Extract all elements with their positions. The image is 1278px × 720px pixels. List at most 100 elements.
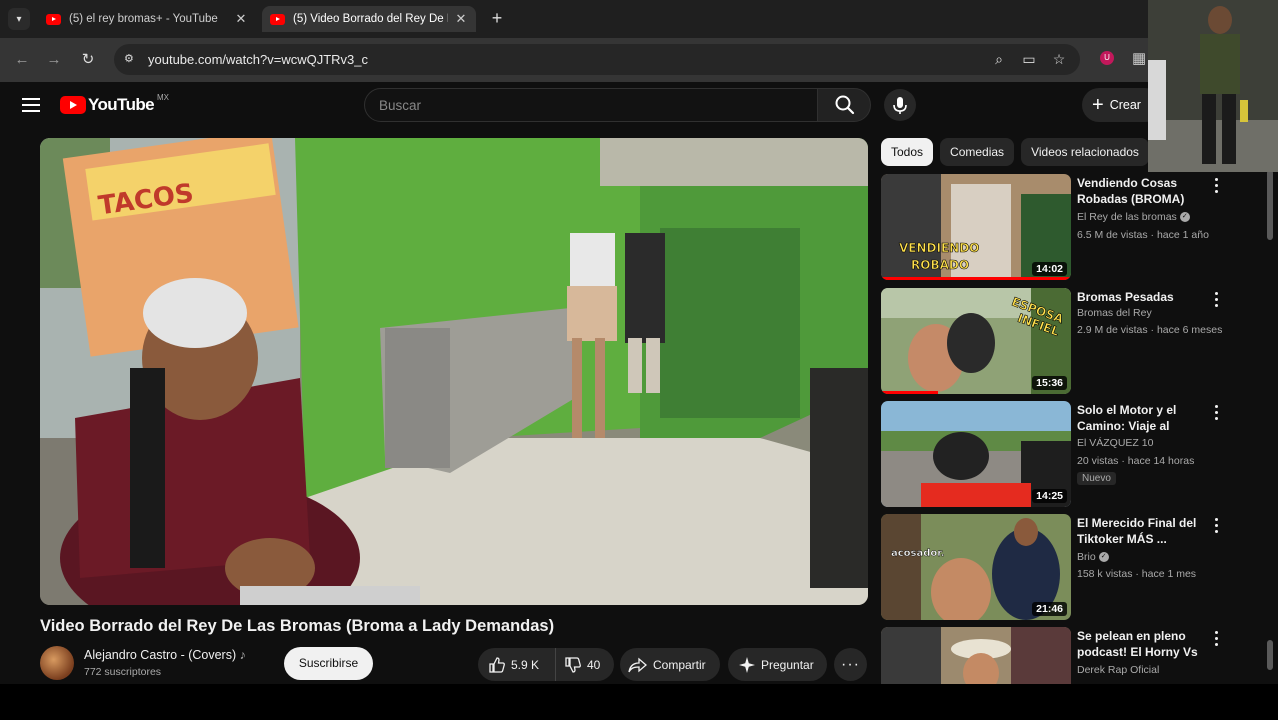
recommendation-title[interactable]: El Merecido Final del Tiktoker MÁS ... bbox=[1077, 515, 1209, 547]
plus-icon: + bbox=[1092, 94, 1104, 116]
video-duration: 21:46 bbox=[1032, 602, 1067, 616]
extensions-puzzle-icon[interactable]: ▦ bbox=[1132, 49, 1146, 67]
chip-todos[interactable]: Todos bbox=[881, 138, 934, 166]
webcam-image bbox=[1148, 0, 1278, 172]
browser-toolbar: ← → ↻ ⚙ youtube.com/watch?v=wcwQJTRv3_c … bbox=[0, 38, 1278, 82]
share-label: Compartir bbox=[653, 657, 706, 672]
recommendation-meta: 158 k vistas · hace 1 mes bbox=[1077, 568, 1197, 580]
recommendation-item[interactable]: 14:25 Solo el Motor y el Camino: Viaje a… bbox=[881, 401, 1278, 509]
chip-comedias[interactable]: Comedias bbox=[940, 138, 1015, 166]
youtube-header: YouTube MX Buscar + Crear bbox=[0, 82, 1278, 130]
thumbs-down-icon bbox=[565, 656, 581, 673]
verified-check-icon: ✓ bbox=[1098, 552, 1109, 563]
recommendation-title[interactable]: Solo el Motor y el Camino: Viaje al pueb… bbox=[1077, 402, 1209, 434]
more-vertical-icon[interactable] bbox=[1211, 631, 1221, 649]
tab-search-button[interactable]: ▾ bbox=[8, 8, 30, 30]
recommendation-channel[interactable]: Bromas del Rey bbox=[1077, 307, 1152, 319]
logo-wordmark: YouTube bbox=[88, 95, 155, 114]
recommendation-channel[interactable]: El Rey de las bromas ✓ bbox=[1077, 211, 1190, 223]
address-bar[interactable]: ⚙ youtube.com/watch?v=wcwQJTRv3_c ⌕ ▭ ☆ bbox=[114, 44, 1080, 75]
video-thumbnail[interactable]: ESPOSA INFIEL 15:36 bbox=[881, 288, 1071, 394]
ask-label: Preguntar bbox=[761, 657, 814, 672]
back-icon[interactable]: ← bbox=[12, 50, 32, 70]
search-button[interactable] bbox=[817, 88, 871, 122]
browser-tab[interactable]: (5) el rey bromas+ - YouTube ✕ bbox=[38, 6, 256, 32]
ask-button[interactable]: Preguntar bbox=[728, 648, 827, 681]
recommendation-channel[interactable]: El VÁZQUEZ 10 bbox=[1077, 437, 1153, 449]
recommendation-title[interactable]: Vendiendo Cosas Robadas (BROMA) bbox=[1077, 175, 1209, 207]
video-thumbnail[interactable] bbox=[881, 627, 1071, 684]
svg-text:VENDIENDO: VENDIENDO bbox=[899, 241, 979, 255]
video-thumbnail[interactable]: 14:25 bbox=[881, 401, 1071, 507]
watch-progress-bar bbox=[881, 391, 938, 394]
video-frame: TACOS bbox=[40, 138, 868, 605]
scrollbar-thumb-lower[interactable] bbox=[1267, 640, 1273, 670]
webcam-overlay bbox=[1148, 0, 1278, 172]
recommendation-channel[interactable]: Brio ✓ bbox=[1077, 551, 1109, 563]
new-tab-button[interactable]: + bbox=[488, 8, 506, 29]
search-input[interactable]: Buscar bbox=[364, 88, 818, 122]
recommendation-item[interactable]: ESPOSA INFIEL 15:36 Bromas Pesadas Broma… bbox=[881, 288, 1278, 396]
more-vertical-icon[interactable] bbox=[1211, 292, 1221, 310]
more-horizontal-icon: ··· bbox=[841, 655, 860, 673]
extension-icon[interactable]: U bbox=[1100, 51, 1114, 65]
subscriber-count: 772 suscriptores bbox=[84, 666, 162, 678]
taskbar-strip bbox=[0, 684, 1278, 720]
more-vertical-icon[interactable] bbox=[1211, 405, 1221, 423]
bookmark-star-icon[interactable]: ☆ bbox=[1050, 51, 1068, 68]
recommendation-channel[interactable]: Derek Rap Oficial bbox=[1077, 664, 1159, 676]
voice-search-button[interactable] bbox=[884, 89, 916, 121]
like-dislike-group: 5.9 K 40 bbox=[478, 648, 614, 681]
close-icon[interactable]: ✕ bbox=[234, 11, 248, 27]
recommendation-meta: 20 vistas · hace 14 horas bbox=[1077, 455, 1195, 467]
recommendation-item[interactable]: Se pelean en pleno podcast! El Horny Vs … bbox=[881, 627, 1278, 684]
verified-check-icon: ✓ bbox=[1179, 212, 1190, 223]
thumbnail-caption: acosador. bbox=[891, 548, 945, 559]
sparkle-icon bbox=[739, 656, 755, 673]
video-duration: 14:02 bbox=[1032, 262, 1067, 276]
reload-icon[interactable]: ↻ bbox=[78, 50, 98, 70]
video-duration: 14:25 bbox=[1032, 489, 1067, 503]
share-button[interactable]: Compartir bbox=[620, 648, 720, 681]
more-vertical-icon[interactable] bbox=[1211, 518, 1221, 536]
dislike-count: 40 bbox=[587, 657, 601, 672]
forward-icon[interactable]: → bbox=[44, 50, 64, 70]
install-app-icon[interactable]: ▭ bbox=[1020, 51, 1038, 68]
site-settings-icon[interactable]: ⚙ bbox=[124, 52, 138, 66]
channel-name[interactable]: Alejandro Castro - (Covers) ♪ bbox=[84, 648, 246, 662]
new-badge: Nuevo bbox=[1077, 472, 1116, 485]
video-duration: 15:36 bbox=[1032, 376, 1067, 390]
menu-icon[interactable] bbox=[22, 98, 40, 112]
channel-avatar[interactable] bbox=[40, 646, 74, 680]
region-code: MX bbox=[157, 92, 169, 102]
youtube-logo[interactable]: YouTube MX bbox=[60, 92, 169, 115]
subscribe-button[interactable]: Suscribirse bbox=[284, 647, 373, 680]
recommendation-item[interactable]: VENDIENDO ROBADO 14:02 Vendiendo Cosas R… bbox=[881, 174, 1278, 282]
search-placeholder: Buscar bbox=[379, 98, 422, 113]
url-text: youtube.com/watch?v=wcwQJTRv3_c bbox=[148, 52, 369, 67]
close-icon[interactable]: ✕ bbox=[454, 11, 468, 27]
recommendation-meta: 2.9 M de vistas · hace 6 meses bbox=[1077, 324, 1223, 336]
microphone-icon bbox=[893, 97, 907, 114]
scrollbar-thumb[interactable] bbox=[1267, 170, 1273, 240]
recommendation-item[interactable]: acosador. 21:46 El Merecido Final del Ti… bbox=[881, 514, 1278, 622]
channel-name-text: Alejandro Castro - (Covers) bbox=[84, 648, 237, 662]
recommendation-title[interactable]: Bromas Pesadas bbox=[1077, 289, 1209, 305]
recommendation-channel-name: Brio bbox=[1077, 551, 1096, 563]
music-note-icon: ♪ bbox=[239, 648, 246, 662]
thumbs-up-icon bbox=[489, 656, 505, 673]
chip-videos-relacionados[interactable]: Videos relacionados bbox=[1021, 138, 1149, 166]
like-button[interactable]: 5.9 K bbox=[478, 648, 556, 681]
filter-chips: Todos Comedias Videos relacionados bbox=[881, 138, 1156, 166]
search-icon bbox=[835, 95, 855, 115]
zoom-icon[interactable]: ⌕ bbox=[990, 51, 1008, 68]
recommendation-title[interactable]: Se pelean en pleno podcast! El Horny Vs … bbox=[1077, 628, 1209, 660]
more-vertical-icon[interactable] bbox=[1211, 178, 1221, 196]
video-player[interactable]: TACOS bbox=[40, 138, 868, 605]
more-actions-button[interactable]: ··· bbox=[834, 648, 867, 681]
video-thumbnail[interactable]: acosador. 21:46 bbox=[881, 514, 1071, 620]
youtube-favicon-icon bbox=[46, 13, 61, 25]
browser-tab-active[interactable]: (5) Video Borrado del Rey De Las Bromas … bbox=[262, 6, 476, 32]
dislike-button[interactable]: 40 bbox=[556, 656, 600, 674]
video-thumbnail[interactable]: VENDIENDO ROBADO 14:02 bbox=[881, 174, 1071, 280]
